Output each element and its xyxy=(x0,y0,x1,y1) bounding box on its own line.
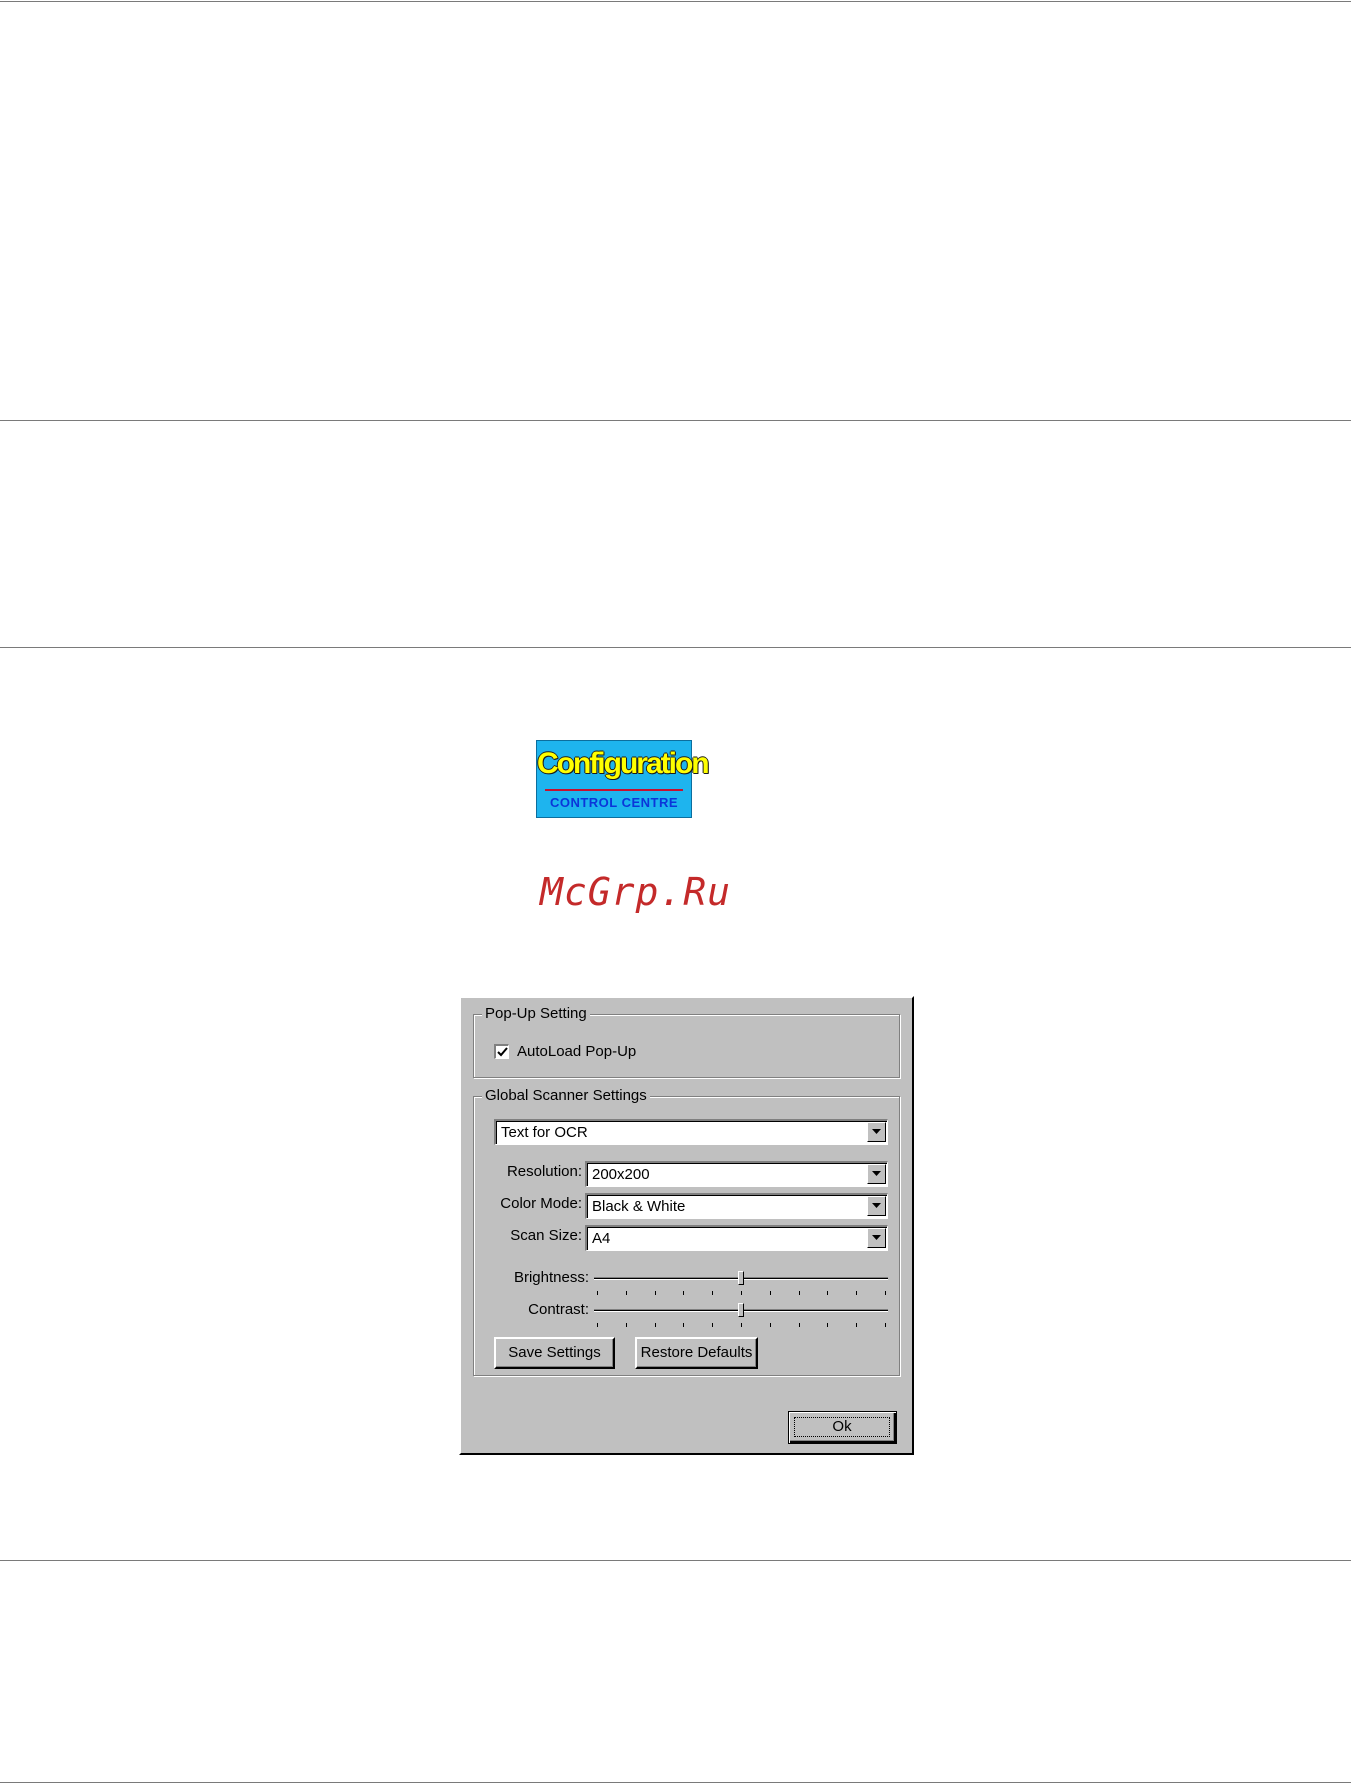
restore-defaults-button[interactable]: Restore Defaults xyxy=(635,1337,758,1369)
scan-size-select[interactable]: A4 xyxy=(585,1225,888,1251)
color-mode-dropdown-button[interactable] xyxy=(867,1196,886,1216)
slider-tick xyxy=(625,1291,627,1295)
scan-size-dropdown-button[interactable] xyxy=(867,1228,886,1248)
slider-tick xyxy=(885,1323,886,1327)
page-rule-bottom xyxy=(0,1782,1351,1783)
scan-profile-dropdown-button[interactable] xyxy=(867,1122,886,1142)
slider-tick xyxy=(827,1291,829,1295)
ok-button[interactable]: Ok xyxy=(788,1411,897,1444)
page-rule-top xyxy=(0,1,1351,2)
autoload-popup-label: AutoLoad Pop-Up xyxy=(517,1043,637,1060)
autoload-popup-row[interactable]: AutoLoad Pop-Up xyxy=(494,1043,636,1060)
chevron-down-icon xyxy=(872,1235,881,1240)
slider-tick xyxy=(712,1291,714,1295)
slider-tick xyxy=(683,1323,685,1327)
page-rule-2 xyxy=(0,647,1351,648)
logo-subtitle: CONTROL CENTRE xyxy=(549,795,679,810)
slider-tick xyxy=(654,1323,656,1327)
resolution-value: 200x200 xyxy=(592,1166,650,1183)
chevron-down-icon xyxy=(872,1171,881,1176)
chevron-down-icon xyxy=(872,1129,881,1134)
slider-tick xyxy=(683,1291,685,1295)
slider-tick xyxy=(827,1323,829,1327)
brightness-label: Brightness: xyxy=(513,1269,589,1286)
popup-setting-group: Pop-Up Setting AutoLoad Pop-Up xyxy=(473,1005,900,1078)
slider-tick xyxy=(856,1323,858,1327)
color-mode-label: Color Mode: xyxy=(500,1195,582,1212)
ok-button-label: Ok xyxy=(794,1417,890,1437)
slider-tick xyxy=(769,1291,771,1295)
contrast-slider[interactable] xyxy=(594,1303,888,1331)
slider-tick xyxy=(885,1291,886,1295)
slider-tick xyxy=(798,1291,800,1295)
slider-tick xyxy=(654,1291,656,1295)
contrast-label: Contrast: xyxy=(528,1301,589,1318)
page-rule-3 xyxy=(0,1560,1351,1561)
watermark-text: McGrp.Ru xyxy=(540,870,732,914)
slider-tick xyxy=(798,1323,800,1327)
configuration-control-centre-logo: Configuration CONTROL CENTRE xyxy=(536,740,710,818)
resolution-dropdown-button[interactable] xyxy=(867,1164,886,1184)
scan-profile-value: Text for OCR xyxy=(501,1124,588,1141)
save-settings-button[interactable]: Save Settings xyxy=(494,1337,615,1369)
slider-tick xyxy=(625,1323,627,1327)
scan-size-label: Scan Size: xyxy=(510,1227,582,1244)
chevron-down-icon xyxy=(872,1203,881,1208)
resolution-select[interactable]: 200x200 xyxy=(585,1161,888,1187)
brightness-slider-thumb[interactable] xyxy=(738,1271,744,1285)
slider-tick xyxy=(741,1291,742,1295)
global-scanner-settings-title: Global Scanner Settings xyxy=(482,1087,650,1105)
scan-size-value: A4 xyxy=(592,1230,611,1247)
slider-tick xyxy=(597,1323,598,1327)
color-mode-value: Black & White xyxy=(592,1198,686,1215)
slider-tick xyxy=(769,1323,771,1327)
global-scanner-settings-group: Global Scanner Settings Text for OCR Res… xyxy=(473,1087,900,1376)
slider-tick xyxy=(856,1291,858,1295)
autoload-popup-checkbox[interactable] xyxy=(494,1044,509,1059)
logo-title: Configuration xyxy=(537,747,710,780)
resolution-label: Resolution: xyxy=(506,1163,582,1180)
contrast-slider-thumb[interactable] xyxy=(738,1303,744,1317)
logo-divider xyxy=(545,789,683,791)
color-mode-select[interactable]: Black & White xyxy=(585,1193,888,1219)
configuration-dialog: Pop-Up Setting AutoLoad Pop-Up Global Sc… xyxy=(459,996,914,1455)
slider-tick xyxy=(597,1291,598,1295)
scan-profile-select[interactable]: Text for OCR xyxy=(494,1119,888,1145)
brightness-slider[interactable] xyxy=(594,1271,888,1299)
page-rule-1 xyxy=(0,420,1351,421)
popup-setting-title: Pop-Up Setting xyxy=(482,1005,590,1023)
slider-tick xyxy=(712,1323,714,1327)
checkmark-icon xyxy=(497,1047,508,1057)
slider-tick xyxy=(741,1323,742,1327)
